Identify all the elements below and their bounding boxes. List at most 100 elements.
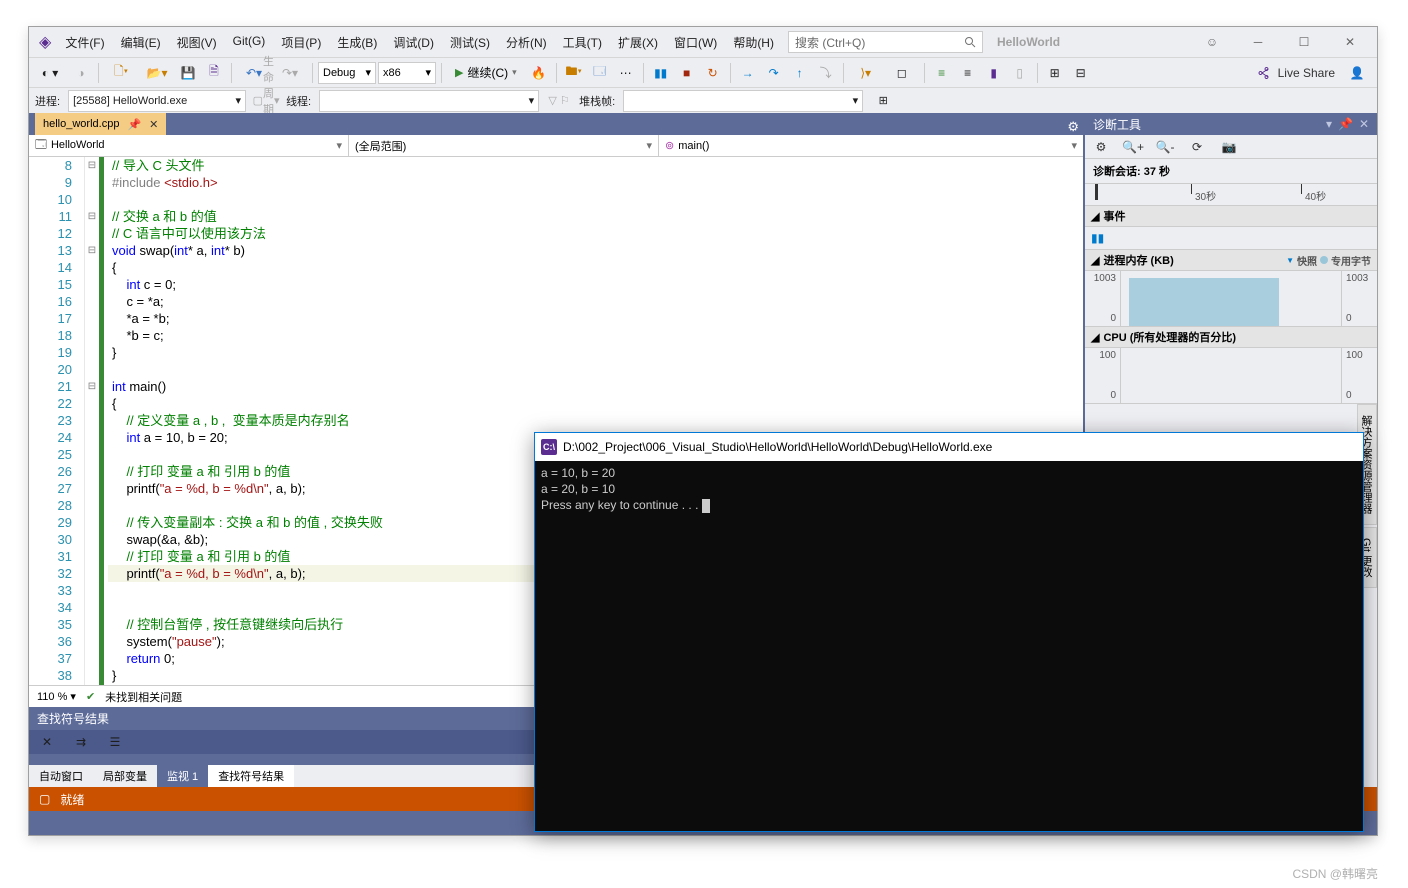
pin-icon[interactable]: 📌 (1338, 117, 1353, 131)
console-window[interactable]: C:\ D:\002_Project\006_Visual_Studio\Hel… (534, 432, 1364, 832)
window-button[interactable]: 🗔 (588, 62, 612, 84)
tab-locals[interactable]: 局部变量 (93, 765, 157, 787)
box-button[interactable]: ◻ (885, 62, 919, 84)
menu-tools[interactable]: 工具(T) (555, 30, 610, 55)
process-combo[interactable]: [25588] HelloWorld.exe▾ (68, 90, 246, 112)
close-tab-icon[interactable]: ✕ (149, 118, 158, 131)
timeline[interactable]: 30秒 40秒 (1085, 184, 1377, 206)
diag-reset-icon[interactable]: ⟳ (1185, 136, 1209, 158)
menu-help[interactable]: 帮助(H) (725, 30, 782, 55)
nav-back-button[interactable]: ◐ ▾ (33, 62, 67, 84)
restart-debug-button[interactable]: ↻ (701, 62, 725, 84)
bookmark-button[interactable]: ▮ (982, 62, 1006, 84)
cpu-header[interactable]: ◢ CPU (所有处理器的百分比) (1085, 327, 1377, 348)
watermark: CSDN @韩曙亮 (1292, 865, 1378, 882)
open-item-button[interactable]: 📂▾ (140, 62, 174, 84)
new-item-button[interactable]: 🗋▾ (104, 62, 138, 84)
pin-icon[interactable]: 📌 (127, 118, 141, 131)
ext1-button[interactable]: ⊞ (1043, 62, 1067, 84)
group-button[interactable]: ⇉ (69, 731, 93, 753)
clear-button[interactable]: ✕ (35, 731, 59, 753)
nav-symbol-combo[interactable]: ⊚main()▾ (659, 135, 1083, 156)
menu-git[interactable]: Git(G) (225, 30, 274, 55)
config-combo[interactable]: Debug▾ (318, 62, 376, 84)
diag-toolbar: ⚙ 🔍+ 🔍- ⟳ 📷 (1085, 135, 1377, 159)
platform-combo[interactable]: x86▾ (378, 62, 436, 84)
life-event-button[interactable]: ▢ 生命周期事件 ▾ (254, 90, 278, 112)
maximize-icon[interactable]: ☐ (1281, 27, 1327, 57)
diag-zoom-out-icon[interactable]: 🔍- (1153, 136, 1177, 158)
toolbox-button[interactable]: ⋯ (614, 62, 638, 84)
diag-zoom-in-icon[interactable]: 🔍+ (1121, 136, 1145, 158)
comment-button[interactable]: ≡ (930, 62, 954, 84)
save-all-button[interactable]: 🗎 (202, 62, 226, 84)
menu-test[interactable]: 测试(S) (442, 30, 498, 55)
ext2-button[interactable]: ⊟ (1069, 62, 1093, 84)
thread-btn[interactable]: ▽ ⚐ (547, 90, 571, 112)
menu-file[interactable]: 文件(F) (57, 30, 112, 55)
memory-header[interactable]: ◢ 进程内存 (KB) ▼快照 专用字节 (1085, 250, 1377, 271)
diag-snapshot-icon[interactable]: 📷 (1217, 136, 1241, 158)
diag-settings-icon[interactable]: ⚙ (1089, 136, 1113, 158)
menu-debug[interactable]: 调试(D) (385, 30, 442, 55)
menu-view[interactable]: 视图(V) (169, 30, 225, 55)
hot-reload-button[interactable]: 🔥 (527, 62, 551, 84)
tab-row: hello_world.cpp 📌 ✕ ⚙ (29, 113, 1083, 135)
list-button[interactable]: ☰ (103, 731, 127, 753)
nav-fwd-button[interactable]: ◑ (69, 62, 93, 84)
thread-combo[interactable]: ▾ (319, 90, 539, 112)
close-icon[interactable]: ✕ (1327, 27, 1373, 57)
console-titlebar[interactable]: C:\ D:\002_Project\006_Visual_Studio\Hel… (535, 433, 1363, 461)
menu-project[interactable]: 项目(P) (273, 30, 329, 55)
tab-auto[interactable]: 自动窗口 (29, 765, 93, 787)
tab-watch[interactable]: 监视 1 (157, 765, 208, 787)
file-tab[interactable]: hello_world.cpp 📌 ✕ (35, 113, 166, 135)
step-over-button[interactable]: ↷ (762, 62, 786, 84)
step-out-button[interactable]: ↑ (788, 62, 812, 84)
debug-toolbar: 进程: [25588] HelloWorld.exe▾ ▢ 生命周期事件 ▾ 线… (29, 87, 1377, 113)
cpu-y-max-l: 100 (1099, 350, 1116, 361)
search-icon (964, 36, 976, 48)
feedback-icon[interactable]: ☺ (1189, 27, 1235, 57)
step-into-button[interactable]: → (736, 62, 760, 84)
dropdown-icon[interactable]: ▾ (1326, 117, 1332, 131)
ok-icon: ✔ (86, 690, 95, 703)
pause-debug-button[interactable]: ▮▮ (649, 62, 673, 84)
save-button[interactable]: 💾 (176, 62, 200, 84)
stop-debug-button[interactable]: ■ (675, 62, 699, 84)
process-label: 进程: (35, 93, 60, 109)
browse-button[interactable]: 🖿▾ (562, 62, 586, 84)
tab-find[interactable]: 查找符号结果 (208, 765, 294, 787)
live-share-button[interactable]: Live Share (1250, 66, 1343, 80)
step-button[interactable]: ⤵ (814, 62, 838, 84)
stack-combo[interactable]: ▾ (623, 90, 863, 112)
nav-project-combo[interactable]: 🗔HelloWorld▾ (29, 135, 349, 156)
redo-button[interactable]: ↷▾ (273, 62, 307, 84)
nav-scope-combo[interactable]: (全局范围)▾ (349, 135, 659, 156)
share-icon (1258, 66, 1272, 80)
uncomment-button[interactable]: ≡ (956, 62, 980, 84)
stack-btn[interactable]: ⊞ (871, 90, 895, 112)
zoom-combo[interactable]: 110 % ▾ (37, 690, 76, 703)
thread-label: 线程: (286, 93, 311, 109)
menu-ext[interactable]: 扩展(X) (610, 30, 666, 55)
intellicode-button[interactable]: ⟩▾ (849, 62, 883, 84)
fold-column[interactable]: ⊟⊟⊟⊟ (85, 157, 99, 685)
menu-window[interactable]: 窗口(W) (666, 30, 725, 55)
memory-chart[interactable]: 10030 10030 (1085, 271, 1377, 327)
search-input[interactable]: 搜索 (Ctrl+Q) (788, 31, 983, 53)
cpu-chart[interactable]: 1000 1000 (1085, 348, 1377, 404)
no-issues-label: 未找到相关问题 (105, 689, 182, 705)
menu-build[interactable]: 生成(B) (329, 30, 385, 55)
window-controls: ☺ ─ ☐ ✕ (1189, 27, 1373, 57)
menu-analyze[interactable]: 分析(N) (498, 30, 555, 55)
minimize-icon[interactable]: ─ (1235, 27, 1281, 57)
mem-area (1129, 278, 1279, 326)
tab-options-icon[interactable]: ⚙ (1067, 119, 1079, 135)
continue-button[interactable]: ▶继续(C)▾ (447, 62, 525, 84)
bookmark2-button[interactable]: ▯ (1008, 62, 1032, 84)
close-panel-icon[interactable]: ✕ (1359, 117, 1369, 131)
events-header[interactable]: ◢ 事件 (1085, 206, 1377, 227)
menu-edit[interactable]: 编辑(E) (113, 30, 169, 55)
account-button[interactable]: 👤 (1345, 62, 1369, 84)
